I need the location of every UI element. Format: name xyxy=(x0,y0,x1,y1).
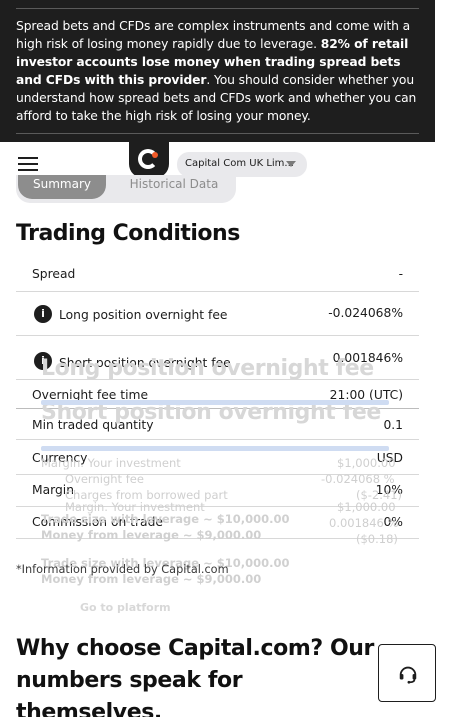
hamburger-menu-icon[interactable] xyxy=(18,157,38,171)
logo-dot xyxy=(152,152,158,158)
divider xyxy=(16,8,419,9)
row-value: 10% xyxy=(375,483,403,497)
tabs-strip: Summary Historical Data xyxy=(16,175,236,203)
risk-warning-banner: Spread bets and CFDs are complex instrum… xyxy=(0,0,435,142)
row-value: 0% xyxy=(383,515,403,529)
table-row: Margin 10% xyxy=(16,475,419,507)
why-heading: Why choose Capital.com? Our numbers spea… xyxy=(16,636,374,717)
section-title: Trading Conditions xyxy=(16,221,240,246)
chevron-down-icon xyxy=(286,161,296,167)
capital-com-logo[interactable] xyxy=(129,142,169,178)
trading-conditions-table: Spread - i Long position overnight fee -… xyxy=(16,258,419,539)
info-icon[interactable]: i xyxy=(34,304,52,323)
row-value: 0.1 xyxy=(383,418,403,432)
table-row: i Long position overnight fee -0.024068% xyxy=(16,292,419,336)
ghost-progress-bar xyxy=(41,400,389,405)
row-label: Commission on trade xyxy=(32,515,163,529)
tab-historical-data[interactable]: Historical Data xyxy=(124,175,224,199)
row-label: Margin xyxy=(32,483,75,497)
go-to-platform-link[interactable]: Go to platform xyxy=(80,601,171,614)
divider xyxy=(16,133,419,134)
entity-select[interactable]: Capital Com UK Lim... xyxy=(177,152,307,177)
info-icon[interactable]: i xyxy=(34,352,52,370)
ghost-progress-bar xyxy=(41,446,389,451)
tab-summary[interactable]: Summary xyxy=(18,175,106,199)
row-value: 0.001846% xyxy=(332,351,403,365)
table-row: Min traded quantity 0.1 xyxy=(16,409,419,440)
row-label: Short position overnight fee xyxy=(59,356,231,370)
top-navbar: Capital Com UK Lim... xyxy=(0,142,435,178)
table-row: Spread - xyxy=(16,258,419,292)
row-value: -0.024068% xyxy=(328,306,403,320)
row-label: Min traded quantity xyxy=(32,418,154,432)
row-value: - xyxy=(398,267,403,281)
row-value: USD xyxy=(376,451,403,465)
row-label: Spread xyxy=(32,267,76,281)
table-row: Commission on trade 0% xyxy=(16,507,419,539)
row-label: Long position overnight fee xyxy=(59,307,228,322)
entity-select-value: Capital Com UK Lim... xyxy=(185,158,294,169)
footnote: *Information provided by Capital.com xyxy=(16,563,229,576)
risk-warning-text: Spread bets and CFDs are complex instrum… xyxy=(16,17,419,125)
row-label: Currency xyxy=(32,451,88,465)
support-button[interactable] xyxy=(378,644,436,702)
headset-support-icon xyxy=(399,666,417,684)
table-row: i Short position overnight fee 0.001846% xyxy=(16,336,419,380)
